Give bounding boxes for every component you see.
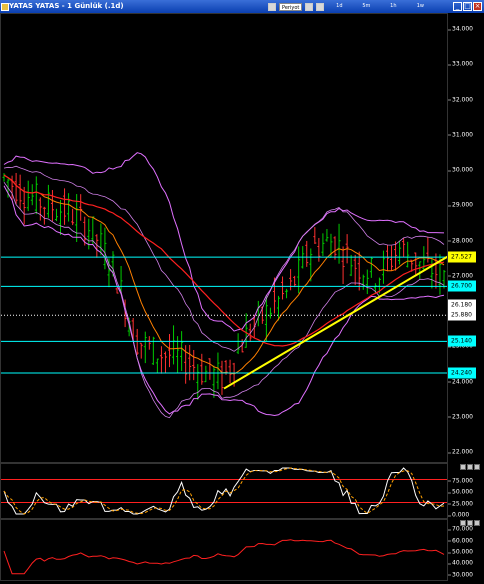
- oscillator-chart-2[interactable]: [1, 520, 447, 580]
- price-axis-tick: 28.000: [448, 237, 473, 244]
- period-5m[interactable]: 5m: [354, 0, 378, 13]
- window-titlebar: YATAS YATAS - 1 Günlük (.1d) Periyot 1d …: [0, 0, 484, 13]
- oscillator-2-tick: 50.000: [448, 548, 473, 556]
- chart-toolbar: Periyot 1d 5m 1h 1w: [268, 1, 442, 12]
- price-axis-tick: 22.000: [448, 448, 473, 456]
- panel-1-controls: [460, 464, 480, 470]
- price-axis-tick: 29.000: [448, 201, 473, 209]
- price-chart[interactable]: [1, 14, 449, 462]
- oscillator-1-tick: 25.000: [448, 500, 473, 507]
- price-axis-tick: 30.000: [448, 166, 473, 174]
- oscillator-1-line: [3, 467, 445, 515]
- price-axis-tick: 32.000: [448, 96, 473, 103]
- oscillator-2-tick: 40.000: [448, 559, 473, 567]
- price-tag: 25.880: [448, 309, 476, 321]
- oscillator-axis-1: 75.000 50.000 25.000 0.000: [447, 463, 484, 519]
- period-1d[interactable]: 1d: [327, 0, 351, 13]
- period-1w[interactable]: 1w: [408, 0, 432, 13]
- period-field[interactable]: Periyot: [279, 2, 303, 11]
- price-tag: 26.180: [448, 299, 476, 311]
- price-axis: 34.000 33.000 32.000 31.000 30.000 29.000 28.0…: [448, 13, 484, 463]
- oscillator-panel-2[interactable]: [0, 519, 448, 581]
- price-axis-tick: 31.000: [448, 131, 473, 139]
- price-chart-panel[interactable]: [0, 13, 449, 463]
- oscillator-2-line: [3, 539, 445, 575]
- price-tag: 27.527: [448, 251, 476, 263]
- oscillator-1-tick: 50.000: [448, 488, 473, 496]
- oscillator-2-tick: 30.000: [448, 571, 473, 579]
- period-1h[interactable]: 1h: [381, 0, 405, 13]
- moving-average-short: [3, 174, 445, 375]
- oscillator-panel-1[interactable]: [0, 463, 448, 519]
- oscillator-2-tick: 70.000: [448, 525, 473, 533]
- minimize-button[interactable]: _: [453, 2, 462, 11]
- price-tag: 25.140: [448, 335, 476, 347]
- maximize-button[interactable]: □: [463, 2, 472, 11]
- toolbar-settings-icon[interactable]: [305, 2, 314, 11]
- panel-1-close-icon[interactable]: [474, 464, 480, 470]
- oscillator-1-tick: 0.000: [447, 511, 470, 519]
- close-button[interactable]: ×: [473, 2, 482, 11]
- bollinger-upper: [3, 152, 445, 332]
- panel-1-settings-icon[interactable]: [460, 464, 466, 470]
- price-tag: 24.240: [448, 367, 476, 379]
- price-axis-tick: 34.000: [448, 25, 473, 33]
- oscillator-1-tick: 75.000: [448, 477, 473, 484]
- price-axis-tick: 23.000: [448, 413, 473, 421]
- price-axis-tick: 27.000: [448, 272, 473, 280]
- app-icon: [1, 3, 9, 11]
- envelope-lower: [3, 181, 445, 419]
- window-title: YATAS YATAS - 1 Günlük (.1d): [9, 2, 124, 10]
- price-axis-tick: 33.000: [448, 60, 473, 68]
- price-tag: 26.700: [448, 280, 476, 292]
- oscillator-axis-2: 70.000 60.000 50.000 40.000 30.000: [448, 519, 484, 581]
- oscillator-2-tick: 60.000: [448, 537, 473, 545]
- oscillator-chart-1[interactable]: [1, 464, 447, 518]
- panel-1-maximize-icon[interactable]: [467, 464, 473, 470]
- envelope-upper: [3, 165, 445, 352]
- toolbar-draw-icon[interactable]: [316, 2, 325, 11]
- panel-2-close-icon[interactable]: [474, 520, 480, 526]
- price-axis-tick: 24.000: [448, 378, 473, 385]
- toolbar-chart-icon[interactable]: [268, 2, 276, 11]
- trend-line: [223, 255, 449, 390]
